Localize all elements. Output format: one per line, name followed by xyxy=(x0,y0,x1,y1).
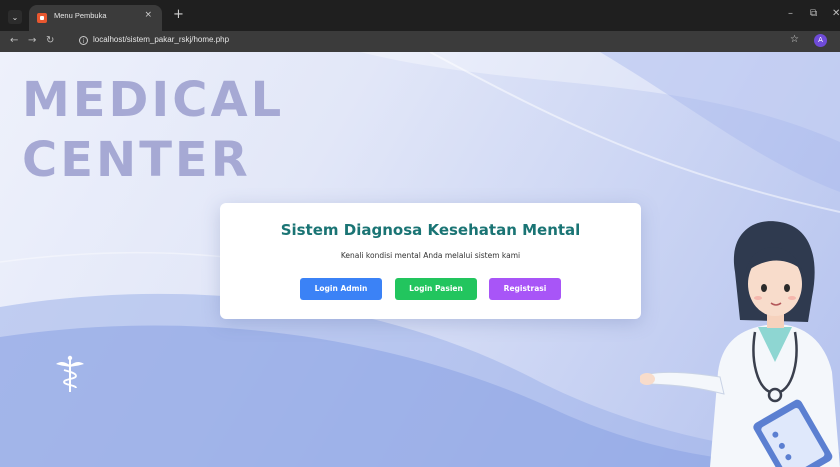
address-bar: ← → ↻ i localhost/sistem_pakar_rskj/home… xyxy=(0,31,840,52)
registrasi-button[interactable]: Registrasi xyxy=(489,278,561,300)
browser-window: ⌄ Menu Pembuka × + – ⧉ ✕ ← → ↻ i localho… xyxy=(0,0,840,467)
tab-title: Menu Pembuka xyxy=(54,11,107,20)
medical-center-heading: MEDICAL CENTER xyxy=(22,70,284,190)
tab-strip: ⌄ Menu Pembuka × + – ⧉ ✕ xyxy=(0,0,840,31)
tab-close-icon[interactable]: × xyxy=(144,10,152,20)
reload-icon[interactable]: ↻ xyxy=(46,35,54,47)
forward-icon[interactable]: → xyxy=(28,35,36,47)
restore-icon[interactable]: ⧉ xyxy=(810,8,817,19)
tab-search-icon[interactable]: ⌄ xyxy=(8,10,22,24)
welcome-card: Sistem Diagnosa Kesehatan Mental Kenali … xyxy=(220,203,641,319)
card-title: Sistem Diagnosa Kesehatan Mental xyxy=(280,221,581,239)
profile-avatar[interactable]: A xyxy=(814,34,827,47)
url-text[interactable]: localhost/sistem_pakar_rskj/home.php xyxy=(93,35,229,44)
bookmark-star-icon[interactable]: ☆ xyxy=(790,34,799,45)
url-field[interactable]: i localhost/sistem_pakar_rskj/home.php xyxy=(72,33,784,50)
browser-tab[interactable]: Menu Pembuka × xyxy=(29,5,162,31)
minimize-icon[interactable]: – xyxy=(788,8,793,19)
card-subtitle: Kenali kondisi mental Anda melalui siste… xyxy=(340,251,521,260)
page-favicon-icon xyxy=(37,13,47,23)
close-window-icon[interactable]: ✕ xyxy=(832,8,840,19)
brand-line-2: CENTER xyxy=(22,132,251,188)
new-tab-button[interactable]: + xyxy=(173,8,184,21)
brand-line-1: MEDICAL xyxy=(22,72,285,128)
page-content: MEDICAL CENTER Sistem Diagnosa Kesehatan… xyxy=(0,52,840,467)
login-pasien-button[interactable]: Login Pasien xyxy=(395,278,477,300)
back-icon[interactable]: ← xyxy=(10,35,18,47)
doctor-illustration xyxy=(640,221,840,467)
site-info-icon[interactable]: i xyxy=(79,36,88,45)
login-admin-button[interactable]: Login Admin xyxy=(300,278,382,300)
caduceus-icon xyxy=(56,355,84,392)
